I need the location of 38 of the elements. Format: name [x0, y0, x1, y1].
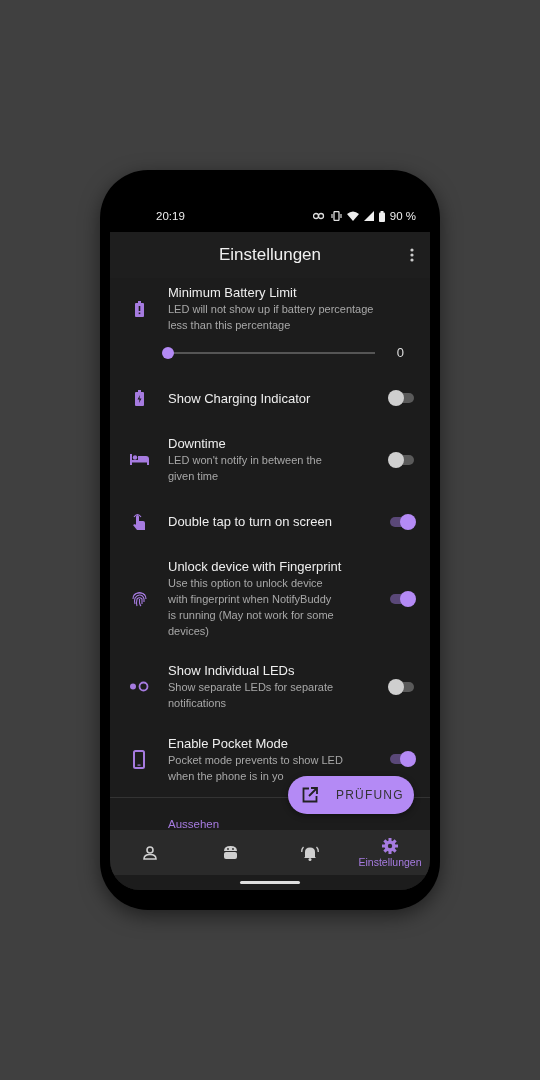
slider-thumb[interactable] [162, 346, 174, 359]
setting-description: LED won't notify in between the given time [168, 453, 323, 485]
wifi-icon [346, 211, 359, 221]
gesture-handle[interactable] [240, 881, 300, 884]
dots-icon [129, 681, 149, 693]
battery-alert-icon [134, 300, 144, 317]
battery-icon [378, 210, 385, 222]
fingerprint-icon [131, 590, 147, 607]
battery-percentage: 90 % [389, 210, 416, 222]
phone-icon [133, 749, 145, 769]
battery-limit-slider[interactable] [162, 346, 375, 359]
setting-title: Show Charging Indicator [168, 389, 312, 407]
status-time: 20:19 [156, 210, 185, 222]
bed-icon [129, 454, 149, 466]
setting-title: Show Individual LEDs [168, 662, 296, 680]
signal-icon [363, 211, 374, 221]
vibrate-icon [330, 211, 342, 221]
setting-description: LED will not show up if battery percentage less than this percentage [168, 302, 375, 333]
person-icon [143, 845, 157, 860]
setting-title: Minimum Battery Limit [168, 284, 298, 301]
setting-description: Use this option to unlock device with fingerprint when NotifyBuddy is running (May not work for some devices) [168, 576, 335, 640]
settings-icon [382, 837, 398, 854]
android-icon [223, 844, 237, 861]
open-external-icon [302, 787, 318, 803]
setting-title: Double tap to turn on screen [168, 513, 334, 530]
more-options-icon[interactable] [410, 248, 414, 262]
check-button[interactable]: PRÜFUNG [288, 776, 414, 814]
setting-title: Downtime [168, 435, 227, 453]
setting-title: Enable Pocket Mode [168, 734, 289, 752]
setting-description: Show separate LEDs for separate notifications [168, 680, 335, 712]
bell-icon [301, 844, 319, 861]
toggle-switch[interactable] [388, 388, 416, 408]
battery-charging-icon [134, 390, 144, 406]
touch-hand-icon [133, 513, 145, 530]
section-header: Aussehen [168, 818, 221, 830]
setting-title: Unlock device with Fingerprint [168, 558, 343, 576]
app-bar-title: Einstellungen [218, 245, 322, 265]
slider-value: 0 [396, 345, 404, 360]
